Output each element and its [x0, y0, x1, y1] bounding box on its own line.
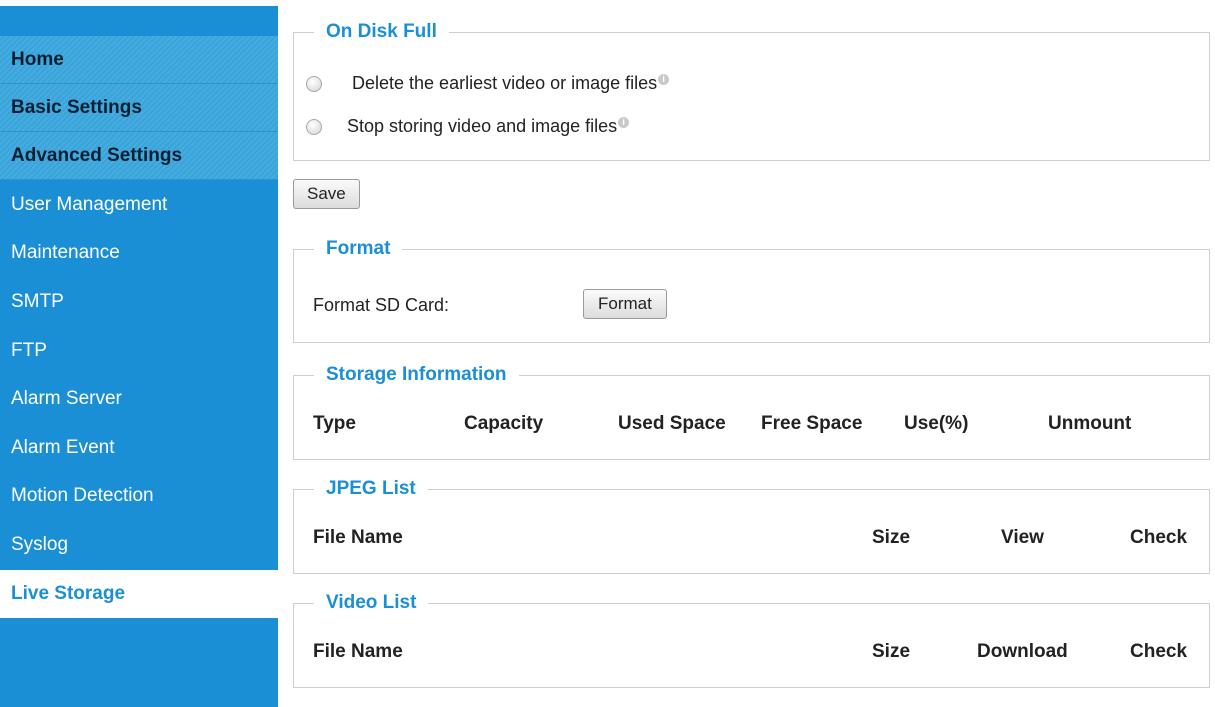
stop-storing-option: Stop storing video and image files i [306, 116, 630, 137]
column-header-free-space: Free Space [761, 413, 863, 434]
jpeg-list-group: JPEG List File Name Size View Check [293, 477, 1210, 574]
sidebar-item-ftp[interactable]: FTP [0, 327, 278, 375]
on-disk-full-group: On Disk Full Delete the earliest video o… [293, 20, 1210, 161]
video-list-title: Video List [314, 591, 429, 615]
format-title: Format [314, 237, 403, 261]
column-header-check: Check [1130, 527, 1188, 548]
info-icon: i [658, 74, 670, 85]
jpeg-list-title: JPEG List [314, 477, 428, 501]
column-header-file-name: File Name [313, 527, 403, 548]
sidebar-item-syslog[interactable]: Syslog [0, 521, 278, 569]
column-header-size: Size [872, 641, 911, 662]
storage-information-group: Storage Information Type Capacity Used S… [293, 363, 1210, 460]
video-list-group: Video List File Name Size Download Check [293, 591, 1210, 688]
column-header-file-name: File Name [313, 641, 403, 662]
column-header-use-percent: Use(%) [904, 413, 969, 434]
save-button[interactable]: Save [293, 179, 360, 209]
sidebar-item-smtp[interactable]: SMTP [0, 278, 278, 326]
sidebar: Home Basic Settings Advanced Settings Us… [0, 6, 278, 707]
column-header-capacity: Capacity [464, 413, 544, 434]
column-header-unmount: Unmount [1048, 413, 1132, 434]
format-sd-card-label: Format SD Card: [313, 295, 450, 315]
sidebar-item-advanced-settings[interactable]: Advanced Settings [0, 132, 278, 180]
column-header-type: Type [313, 413, 356, 434]
sidebar-item-alarm-event[interactable]: Alarm Event [0, 424, 278, 472]
column-header-used-space: Used Space [618, 413, 726, 434]
column-header-download: Download [977, 641, 1068, 662]
format-button[interactable]: Format [583, 289, 667, 319]
sidebar-item-alarm-server[interactable]: Alarm Server [0, 375, 278, 423]
sidebar-item-maintenance[interactable]: Maintenance [0, 229, 278, 277]
on-disk-full-title: On Disk Full [314, 20, 449, 44]
format-group: Format Format SD Card: Format [293, 237, 1210, 343]
sidebar-item-basic-settings[interactable]: Basic Settings [0, 84, 278, 132]
delete-earliest-radio[interactable] [306, 75, 322, 92]
storage-information-title: Storage Information [314, 363, 519, 387]
stop-storing-label: Stop storing video and image files [347, 116, 618, 136]
sidebar-item-live-storage[interactable]: Live Storage [0, 570, 278, 618]
column-header-check: Check [1130, 641, 1188, 662]
column-header-view: View [1001, 527, 1044, 548]
delete-earliest-label: Delete the earliest video or image files [352, 73, 658, 93]
delete-earliest-option: Delete the earliest video or image files… [306, 73, 670, 94]
sidebar-item-motion-detection[interactable]: Motion Detection [0, 472, 278, 520]
sidebar-item-home[interactable]: Home [0, 36, 278, 84]
sidebar-item-user-management[interactable]: User Management [0, 181, 278, 229]
stop-storing-radio[interactable] [306, 118, 322, 135]
info-icon: i [618, 117, 630, 128]
column-header-size: Size [872, 527, 911, 548]
